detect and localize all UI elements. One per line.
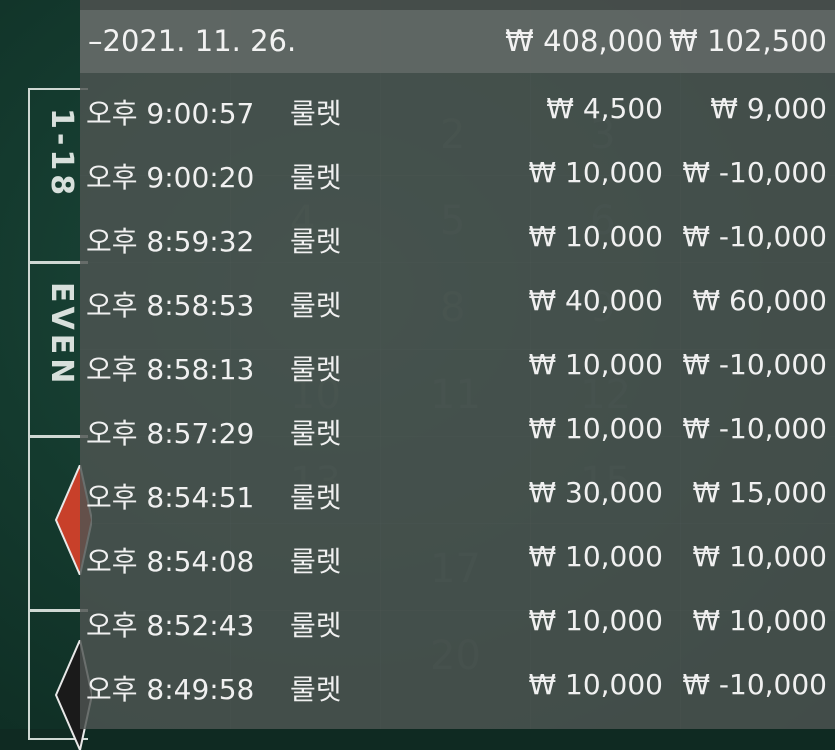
row-game: 룰렛 xyxy=(290,225,342,258)
history-row[interactable]: 오후 8:58:53 룰렛 ₩ 40,000 ₩ 60,000 xyxy=(80,270,835,334)
row-game: 룰렛 xyxy=(290,545,342,578)
row-game: 룰렛 xyxy=(290,673,342,706)
history-row[interactable]: 오후 8:54:08 룰렛 ₩ 10,000 ₩ 10,000 xyxy=(80,526,835,590)
row-win: ₩ -10,000 xyxy=(682,156,827,189)
row-win: ₩ 10,000 xyxy=(692,540,827,573)
row-time: 오후 8:52:43 xyxy=(86,609,255,642)
bet-cell-1-18: 1-18 xyxy=(28,88,88,263)
row-bet: ₩ 10,000 xyxy=(528,348,663,381)
history-row[interactable]: 오후 8:49:58 룰렛 ₩ 10,000 ₩ -10,000 xyxy=(80,654,835,718)
row-game: 룰렛 xyxy=(290,161,342,194)
row-time: 오후 8:54:08 xyxy=(86,545,255,578)
history-row[interactable]: 오후 8:59:32 룰렛 ₩ 10,000 ₩ -10,000 xyxy=(80,206,835,270)
outside-bets-column: 1-18 EVEN xyxy=(28,88,88,740)
row-game: 룰렛 xyxy=(290,417,342,450)
row-game: 룰렛 xyxy=(290,481,342,514)
row-win: ₩ -10,000 xyxy=(682,412,827,445)
panel-top-strip xyxy=(80,0,835,10)
row-win: ₩ 15,000 xyxy=(692,476,827,509)
summary-date: –2021. 11. 26. xyxy=(88,24,297,58)
row-bet: ₩ 40,000 xyxy=(528,284,663,317)
bet-cell-label: EVEN xyxy=(44,282,79,388)
row-time: 오후 8:49:58 xyxy=(86,673,255,706)
row-win: ₩ 10,000 xyxy=(692,604,827,637)
row-bet: ₩ 10,000 xyxy=(528,668,663,701)
summary-total-win: ₩ 102,500 xyxy=(669,24,827,58)
row-win: ₩ -10,000 xyxy=(682,348,827,381)
history-row[interactable]: 오후 9:00:20 룰렛 ₩ 10,000 ₩ -10,000 xyxy=(80,142,835,206)
row-time: 오후 8:54:51 xyxy=(86,481,255,514)
row-game: 룰렛 xyxy=(290,609,342,642)
history-row[interactable]: 오후 8:57:29 룰렛 ₩ 10,000 ₩ -10,000 xyxy=(80,398,835,462)
row-time: 오후 8:57:29 xyxy=(86,417,255,450)
history-row[interactable]: 오후 9:00:57 룰렛 ₩ 4,500 ₩ 9,000 xyxy=(80,78,835,142)
row-game: 룰렛 xyxy=(290,97,342,130)
row-time: 오후 8:58:13 xyxy=(86,353,255,386)
row-win: ₩ 60,000 xyxy=(692,284,827,317)
row-win: ₩ -10,000 xyxy=(682,220,827,253)
row-win: ₩ -10,000 xyxy=(682,668,827,701)
row-bet: ₩ 10,000 xyxy=(528,412,663,445)
history-row[interactable]: 오후 8:52:43 룰렛 ₩ 10,000 ₩ 10,000 xyxy=(80,590,835,654)
row-bet: ₩ 4,500 xyxy=(546,92,663,125)
row-time: 오후 8:58:53 xyxy=(86,289,255,322)
row-bet: ₩ 10,000 xyxy=(528,604,663,637)
row-time: 오후 9:00:20 xyxy=(86,161,255,194)
history-row[interactable]: 오후 8:54:51 룰렛 ₩ 30,000 ₩ 15,000 xyxy=(80,462,835,526)
row-time: 오후 8:59:32 xyxy=(86,225,255,258)
row-bet: ₩ 10,000 xyxy=(528,220,663,253)
bet-history-panel[interactable]: –2021. 11. 26. ₩ 408,000 ₩ 102,500 오후 9:… xyxy=(80,0,835,729)
bet-cell-even: EVEN xyxy=(28,262,88,437)
row-bet: ₩ 10,000 xyxy=(528,540,663,573)
history-row[interactable]: 오후 8:58:13 룰렛 ₩ 10,000 ₩ -10,000 xyxy=(80,334,835,398)
row-game: 룰렛 xyxy=(290,353,342,386)
row-game: 룰렛 xyxy=(290,289,342,322)
row-bet: ₩ 30,000 xyxy=(528,476,663,509)
row-win: ₩ 9,000 xyxy=(710,92,827,125)
date-summary-row[interactable]: –2021. 11. 26. ₩ 408,000 ₩ 102,500 xyxy=(80,10,835,73)
summary-total-bet: ₩ 408,000 xyxy=(505,24,663,58)
row-time: 오후 9:00:57 xyxy=(86,97,255,130)
bet-cell-label: 1-18 xyxy=(44,108,79,200)
row-bet: ₩ 10,000 xyxy=(528,156,663,189)
